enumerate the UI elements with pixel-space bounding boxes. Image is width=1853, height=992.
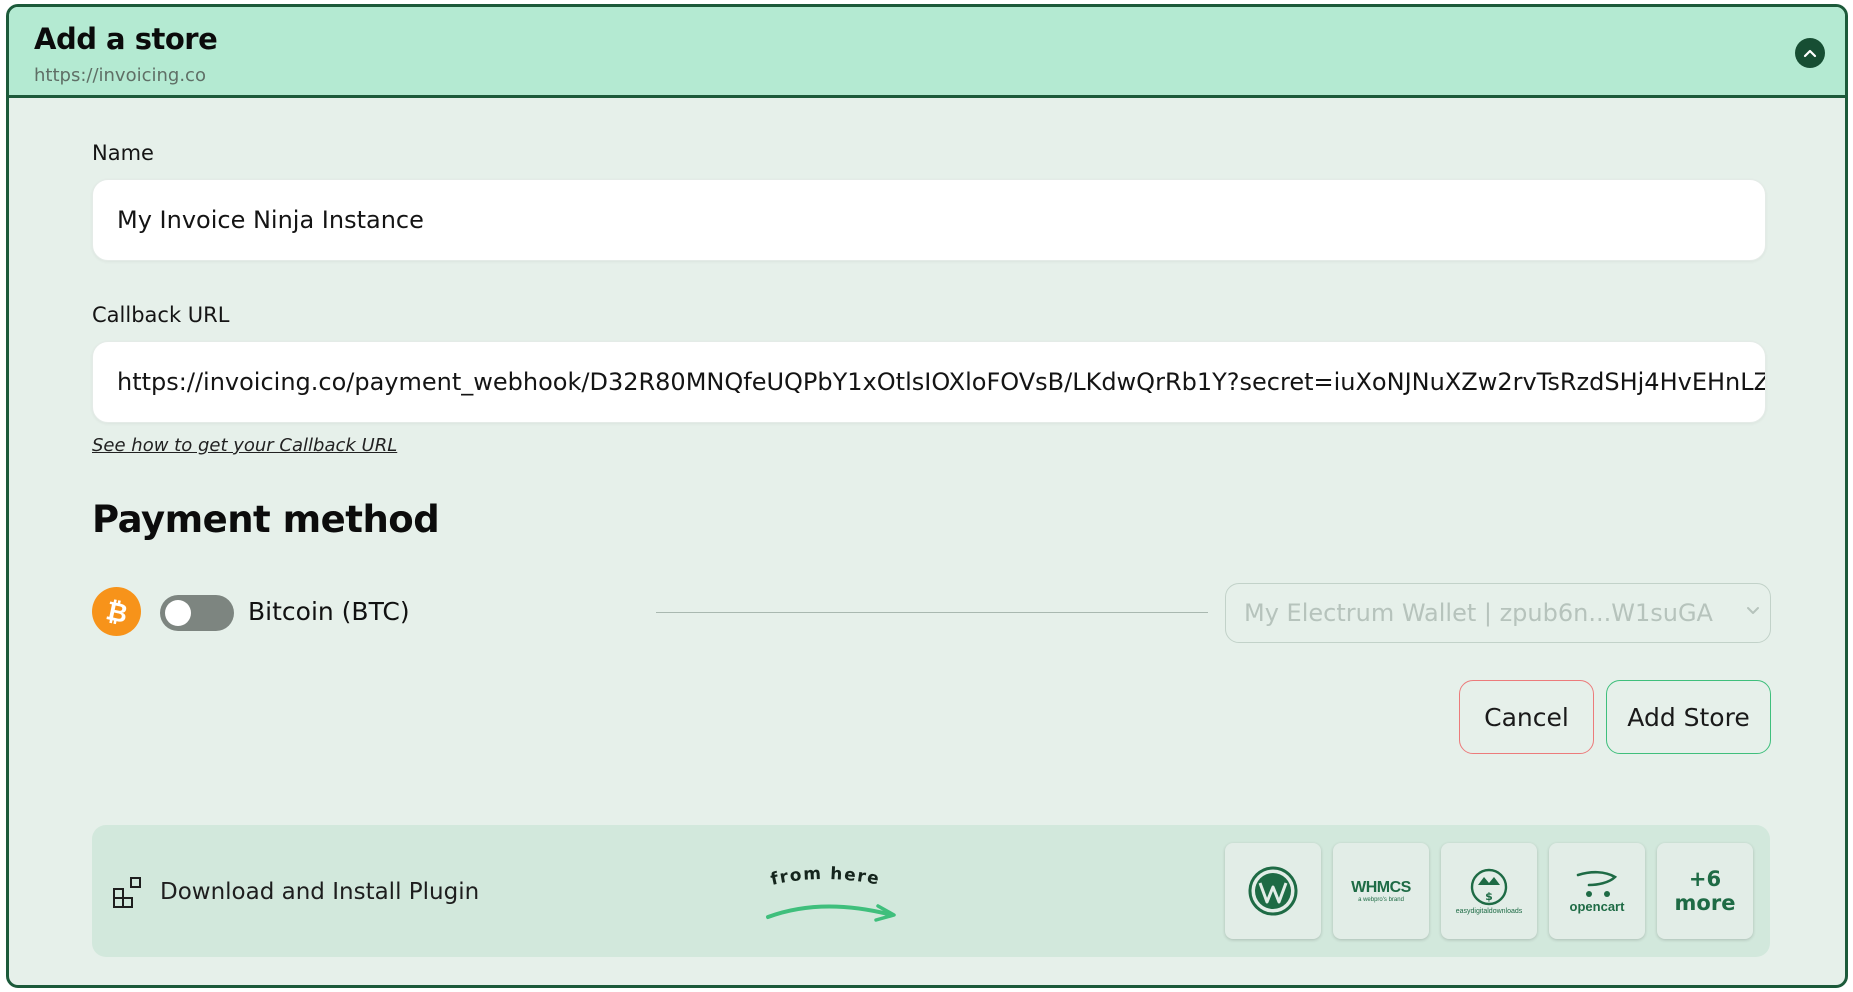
plugin-easy-digital-downloads[interactable]: $ easydigitaldownloads xyxy=(1441,843,1537,939)
svg-text:$: $ xyxy=(1485,890,1493,903)
wallet-select-value: My Electrum Wallet | zpub6n...W1suGA xyxy=(1244,599,1713,627)
store-url-subtitle: https://invoicing.co xyxy=(34,65,206,86)
download-plugin-label: Download and Install Plugin xyxy=(160,879,480,905)
payment-method-heading: Payment method xyxy=(92,498,440,541)
cart-icon xyxy=(1576,870,1618,897)
callback-url-label: Callback URL xyxy=(92,303,230,327)
more-plugins-text: more xyxy=(1674,891,1736,915)
opencart-logo: opencart xyxy=(1569,898,1625,914)
card-header[interactable]: Add a store https://invoicing.co xyxy=(9,7,1845,98)
collapse-button[interactable] xyxy=(1795,38,1825,68)
edd-logo-icon: $ xyxy=(1470,868,1508,905)
plugin-whmcs[interactable]: WHMCS a webpro's brand xyxy=(1333,843,1429,939)
plugin-more-button[interactable]: +6 more xyxy=(1657,843,1753,939)
callback-help-link[interactable]: See how to get your Callback URL xyxy=(92,435,397,456)
whmcs-tagline: a webpro's brand xyxy=(1358,897,1404,903)
more-plugins-count: +6 xyxy=(1688,867,1722,891)
wordpress-icon xyxy=(1248,866,1298,916)
svg-text:from here: from here xyxy=(769,864,882,890)
plugin-wordpress[interactable] xyxy=(1225,843,1321,939)
plugin-icon xyxy=(113,877,141,908)
bitcoin-toggle[interactable] xyxy=(160,595,234,631)
whmcs-logo: WHMCS xyxy=(1351,879,1411,896)
plugin-opencart[interactable]: opencart xyxy=(1549,843,1645,939)
callback-url-input[interactable]: https://invoicing.co/payment_webhook/D32… xyxy=(92,341,1766,423)
from-here-text: from here xyxy=(769,864,881,890)
bitcoin-label: Bitcoin (BTC) xyxy=(248,597,410,626)
add-store-button[interactable]: Add Store xyxy=(1606,680,1771,754)
toggle-knob xyxy=(165,600,191,626)
wallet-select[interactable]: My Electrum Wallet | zpub6n...W1suGA xyxy=(1225,583,1771,643)
plugin-bar: Download and Install Plugin from here WH… xyxy=(92,825,1770,957)
from-here-arrow: from here xyxy=(766,864,896,922)
cancel-button[interactable]: Cancel xyxy=(1459,680,1594,754)
edd-logo: easydigitaldownloads xyxy=(1455,907,1523,915)
chevron-up-icon xyxy=(1803,49,1817,58)
name-input[interactable]: My Invoice Ninja Instance xyxy=(92,179,1766,261)
svg-text:₿: ₿ xyxy=(103,597,130,627)
bitcoin-icon: ₿ xyxy=(92,587,141,636)
chevron-down-icon xyxy=(1747,607,1759,614)
add-store-card: Add a store https://invoicing.co Name My… xyxy=(6,4,1848,988)
page-title: Add a store xyxy=(34,22,218,56)
name-label: Name xyxy=(92,141,154,165)
divider-line xyxy=(656,612,1208,613)
